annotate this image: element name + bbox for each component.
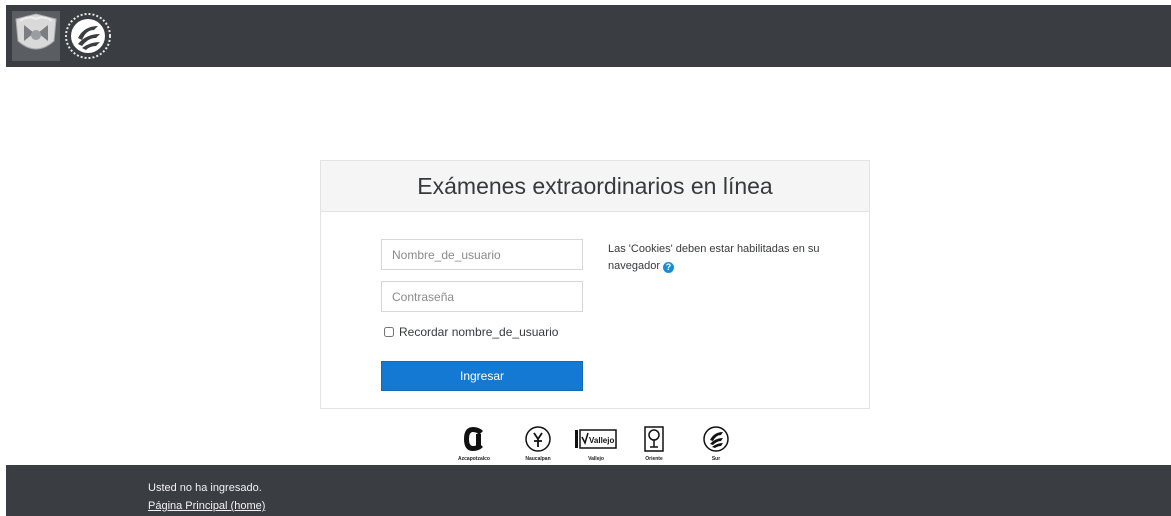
oriente-logo-icon — [644, 426, 664, 452]
remember-username-checkbox[interactable] — [384, 327, 394, 337]
campus-sur[interactable]: Sur — [695, 424, 737, 462]
campus-vallejo[interactable]: Vallejo Vallejo — [575, 424, 617, 462]
username-input[interactable] — [381, 239, 583, 270]
password-input[interactable] — [381, 281, 583, 312]
login-button[interactable]: Ingresar — [381, 361, 583, 391]
cookies-notice-text: Las 'Cookies' deben estar habilitadas en… — [608, 243, 820, 272]
login-title: Exámenes extraordinarios en línea — [321, 161, 869, 212]
campus-name: Azcapotzalco — [458, 456, 490, 462]
vallejo-mark-text: Vallejo — [589, 436, 614, 445]
page-footer: Usted no ha ingresado. Página Principal … — [6, 465, 1171, 516]
unam-shield-icon[interactable] — [12, 11, 60, 61]
home-link[interactable]: Página Principal (home) — [148, 500, 265, 512]
campus-azcapotzalco[interactable]: Azcapotzalco — [453, 424, 495, 462]
login-panel: Exámenes extraordinarios en línea Record… — [320, 160, 870, 409]
vallejo-logo-icon: Vallejo — [575, 429, 617, 449]
sur-logo-icon — [703, 426, 729, 452]
cch-emblem-icon[interactable] — [64, 12, 112, 60]
campus-logos: Azcapotzalco Naucalpan Vallejo Vallejo O… — [453, 424, 753, 469]
campus-oriente[interactable]: Oriente — [633, 424, 675, 462]
campus-naucalpan[interactable]: Naucalpan — [517, 424, 559, 462]
login-status-text: Usted no ha ingresado. — [148, 482, 262, 494]
azcapotzalco-logo-icon — [464, 427, 483, 451]
campus-name: Vallejo — [588, 456, 604, 462]
remember-username-row[interactable]: Recordar nombre_de_usuario — [384, 325, 558, 339]
top-navbar — [6, 5, 1171, 67]
cookies-notice: Las 'Cookies' deben estar habilitadas en… — [608, 241, 828, 275]
campus-name: Oriente — [645, 456, 663, 462]
campus-name: Naucalpan — [525, 456, 551, 462]
question-circle-icon[interactable]: ? — [663, 262, 674, 273]
campus-name: Sur — [711, 456, 721, 462]
remember-username-label: Recordar nombre_de_usuario — [399, 325, 559, 339]
naucalpan-logo-icon — [525, 426, 551, 452]
